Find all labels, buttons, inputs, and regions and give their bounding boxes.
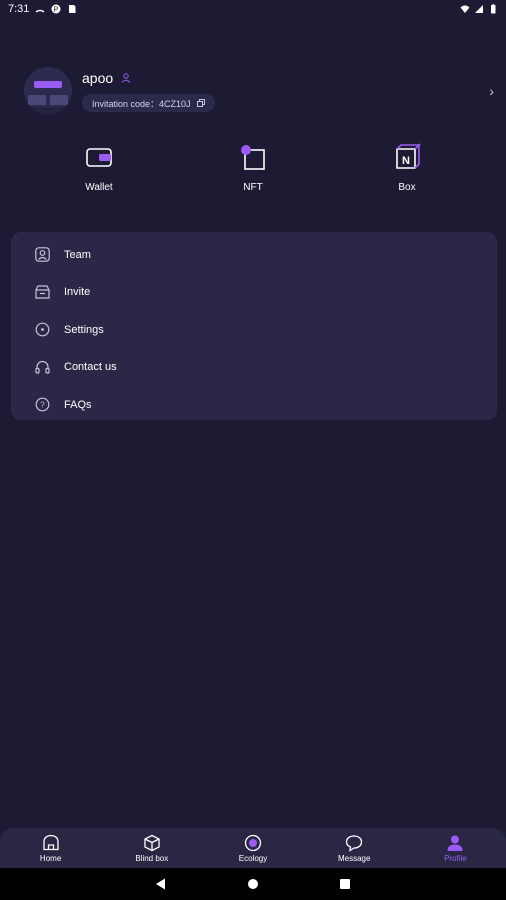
sd-card-icon xyxy=(69,5,76,13)
quick-actions: Wallet NFT N Box xyxy=(0,142,506,202)
headset-icon xyxy=(34,360,50,374)
wifi-icon xyxy=(460,5,470,13)
avatar[interactable] xyxy=(24,67,72,115)
user-icon xyxy=(447,835,463,851)
recents-icon xyxy=(340,879,350,889)
recents-button[interactable] xyxy=(338,877,352,891)
status-bar: 7:31 P xyxy=(0,0,506,18)
question-icon: ? xyxy=(35,397,49,412)
nav-label-home: Home xyxy=(39,853,62,863)
username: apoo xyxy=(82,70,114,86)
invite-icon xyxy=(34,285,50,299)
settings-icon xyxy=(35,322,49,337)
signal-icon xyxy=(35,9,45,13)
system-nav-bar xyxy=(0,868,506,900)
menu-label-settings: Settings xyxy=(64,323,104,336)
invitation-code-pill[interactable]: Invitation code：4CZ10J xyxy=(82,94,215,112)
box-action[interactable]: N Box xyxy=(367,142,447,193)
ecology-icon xyxy=(244,834,262,851)
nav-label-message: Message xyxy=(337,853,371,863)
wallet-action[interactable]: Wallet xyxy=(59,142,139,193)
nav-label-profile: Profile xyxy=(444,853,467,863)
menu-label-faqs: FAQs xyxy=(64,398,92,411)
menu-item-contact-us[interactable]: Contact us xyxy=(11,349,497,387)
user-badge-icon xyxy=(121,73,131,83)
menu-item-team[interactable]: Team xyxy=(11,236,497,274)
profile-header[interactable]: apoo Invitation code：4CZ10J › xyxy=(24,64,494,118)
svg-text:?: ? xyxy=(40,401,45,410)
nav-label-blind-box: Blind box xyxy=(135,853,169,863)
box-label: Box xyxy=(398,182,416,193)
nav-home[interactable]: Home xyxy=(0,828,101,868)
cell-signal-icon xyxy=(475,5,483,13)
copy-icon[interactable] xyxy=(196,99,205,107)
nav-message[interactable]: Message xyxy=(304,828,405,868)
menu-label-contact-us: Contact us xyxy=(64,361,117,374)
nav-blind-box[interactable]: Blind box xyxy=(101,828,202,868)
battery-icon xyxy=(491,4,496,14)
svg-text:N: N xyxy=(402,155,410,167)
back-button[interactable] xyxy=(154,877,168,891)
back-icon xyxy=(156,878,165,890)
home-circle-icon xyxy=(248,879,258,889)
menu-item-invite[interactable]: Invite xyxy=(11,274,497,312)
team-icon xyxy=(34,247,50,263)
menu-card: Team Invite Settings Contact us ? FAQs xyxy=(11,232,497,420)
box-icon: N xyxy=(396,143,421,169)
menu-item-settings[interactable]: Settings xyxy=(11,311,497,349)
nav-profile[interactable]: Profile xyxy=(405,828,506,868)
chat-icon xyxy=(346,834,363,852)
nft-icon xyxy=(241,145,265,170)
nav-label-ecology: Ecology xyxy=(238,853,268,863)
cube-icon xyxy=(144,834,160,851)
menu-label-team: Team xyxy=(64,248,91,261)
menu-label-invite: Invite xyxy=(64,286,91,299)
nft-action[interactable]: NFT xyxy=(213,142,293,193)
app-notification-icon: P xyxy=(51,4,61,14)
nav-ecology[interactable]: Ecology xyxy=(202,828,303,868)
chevron-right-icon[interactable]: › xyxy=(489,83,494,99)
svg-text:P: P xyxy=(54,7,59,14)
nft-label: NFT xyxy=(243,182,263,193)
status-time: 7:31 xyxy=(8,3,30,15)
home-icon xyxy=(42,834,59,851)
home-button[interactable] xyxy=(246,877,260,891)
invitation-code-text: Invitation code：4CZ10J xyxy=(92,98,191,109)
wallet-label: Wallet xyxy=(85,182,113,193)
menu-item-faqs[interactable]: ? FAQs xyxy=(11,386,497,424)
bottom-nav: Home Blind box Ecology Message Profile xyxy=(0,828,506,868)
wallet-icon xyxy=(86,148,112,167)
